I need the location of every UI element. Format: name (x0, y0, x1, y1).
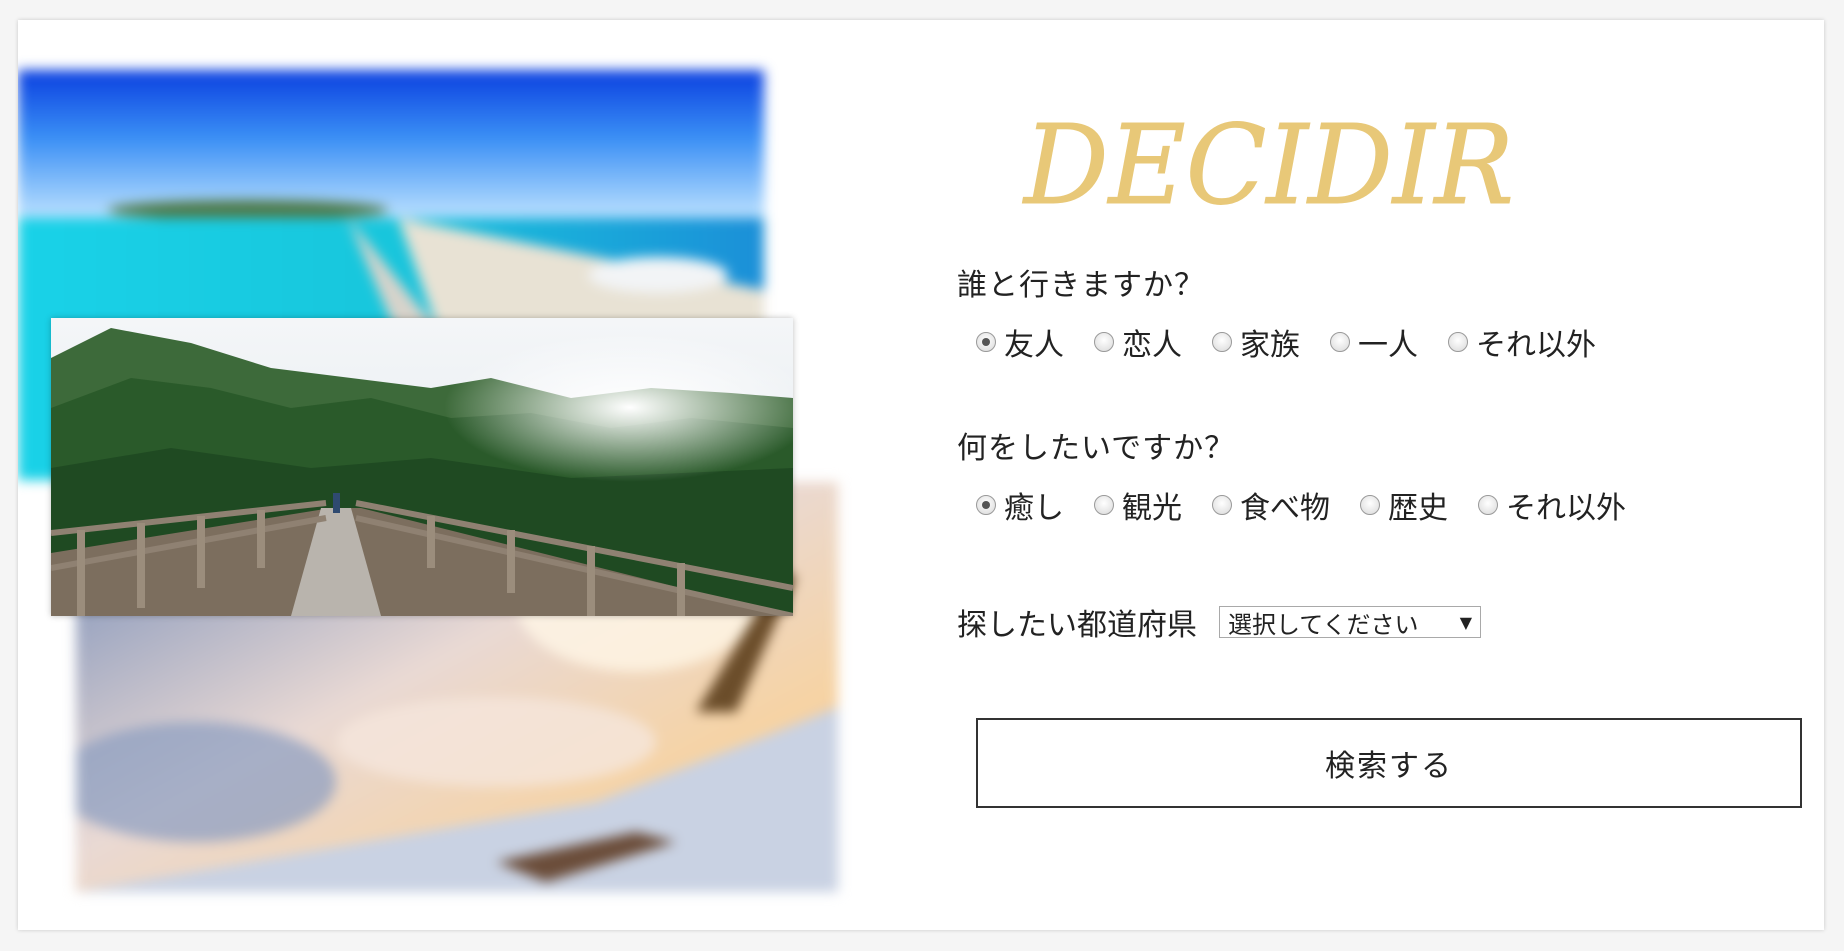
prefecture-label: 探したい都道府県 (957, 608, 1197, 643)
activity-option-label: 歴史 (1388, 491, 1448, 526)
activity-question: 何をしたいですか？ (957, 431, 1236, 466)
prefecture-select-value: 選択してください (1228, 610, 1419, 639)
companion-option-label: 一人 (1358, 328, 1418, 363)
companion-option-alone[interactable]: 一人 (1330, 320, 1418, 364)
companion-option-label: それ以外 (1476, 328, 1596, 363)
activity-option-food[interactable]: 食べ物 (1212, 483, 1330, 527)
activity-option-sightseeing[interactable]: 観光 (1094, 483, 1182, 527)
decidir-logo: DECIDIR (1014, 98, 1534, 229)
companion-option-family[interactable]: 家族 (1212, 320, 1300, 364)
activity-option-other[interactable]: それ以外 (1478, 483, 1626, 527)
logo-svg: DECIDIR (1022, 101, 1515, 229)
activity-option-label: 観光 (1122, 491, 1182, 526)
companion-radio-other[interactable] (1448, 332, 1468, 352)
main-card: DECIDIR 誰と行きますか？ 友人 恋人 家族 一人 それ以外 何をしたいで… (18, 20, 1824, 930)
dropdown-arrow-icon: ▼ (1459, 612, 1472, 632)
companion-option-label: 家族 (1240, 328, 1300, 363)
companion-question: 誰と行きますか？ (957, 268, 1205, 303)
companion-option-other[interactable]: それ以外 (1448, 320, 1596, 364)
activity-radio-other[interactable] (1478, 495, 1498, 515)
activity-option-label: 癒し (1004, 491, 1064, 526)
prefecture-select[interactable]: 選択してください ▼ (1219, 606, 1481, 639)
companion-option-label: 友人 (1004, 328, 1064, 363)
activity-option-label: 食べ物 (1240, 491, 1330, 526)
activity-option-label: それ以外 (1506, 491, 1626, 526)
activity-option-healing[interactable]: 癒し (976, 483, 1064, 527)
logo-text: DECIDIR (1022, 101, 1514, 228)
activity-radio-healing[interactable] (976, 495, 996, 515)
companion-radio-alone[interactable] (1330, 332, 1350, 352)
prefecture-row: 探したい都道府県 選択してください ▼ (957, 600, 1481, 644)
activity-options: 癒し 観光 食べ物 歴史 それ以外 (976, 483, 1656, 527)
companion-radio-friend[interactable] (976, 332, 996, 352)
companion-option-friend[interactable]: 友人 (976, 320, 1064, 364)
companion-radio-partner[interactable] (1094, 332, 1114, 352)
activity-radio-sightseeing[interactable] (1094, 495, 1114, 515)
activity-radio-food[interactable] (1212, 495, 1232, 515)
companion-option-label: 恋人 (1122, 328, 1182, 363)
companion-radio-family[interactable] (1212, 332, 1232, 352)
search-button[interactable]: 検索する (976, 718, 1802, 808)
activity-option-history[interactable]: 歴史 (1360, 483, 1448, 527)
companion-option-partner[interactable]: 恋人 (1094, 320, 1182, 364)
forest-bridge-photo (51, 318, 793, 616)
companion-options: 友人 恋人 家族 一人 それ以外 (976, 320, 1626, 364)
activity-radio-history[interactable] (1360, 495, 1380, 515)
